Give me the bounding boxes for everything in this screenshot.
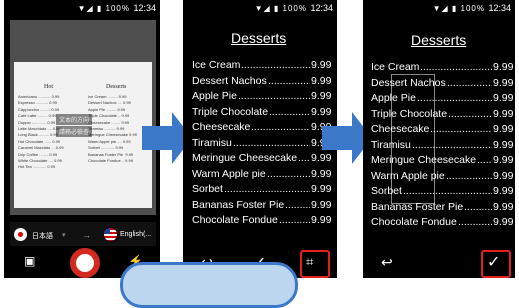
menu-title: Desserts	[411, 32, 467, 48]
menu-item-name: Ice Cream	[371, 61, 420, 73]
menu-item-price: 9.99	[311, 198, 332, 211]
menu-item-price: 9.99	[311, 167, 332, 180]
crop-screen: ▼◢ ▮ 100% 12:34 Desserts Ice Cream 9.99 De…	[183, 0, 337, 278]
status-time: 12:34	[488, 3, 511, 13]
japan-flag-icon	[14, 228, 27, 241]
menu-item-name: Warm Apple pie	[192, 167, 266, 180]
leader-dots: ........................................…	[430, 123, 492, 135]
menu-item-name: Triple Chocolate	[371, 107, 448, 120]
status-time: 12:34	[133, 3, 156, 13]
menu-item-name: Tiramisu	[371, 138, 411, 151]
leader-dots: ........................................…	[447, 77, 492, 89]
menu-image[interactable]: Desserts Ice Cream 9.99 Dessert Nachos 9.99…	[183, 18, 337, 248]
menu-item-price: 9.99	[493, 185, 514, 197]
status-icons: ▼◢ ▮ 100%	[254, 4, 307, 13]
menu-title: Desserts	[231, 30, 287, 46]
menu-item-name: Bananas Foster Pie	[371, 200, 464, 213]
status-bar: ▼◢ ▮ 100% 12:34	[363, 0, 515, 18]
leader-dots: ........................................…	[298, 152, 310, 164]
status-time: 12:34	[310, 3, 333, 13]
leader-dots: ........................................…	[268, 75, 310, 87]
leader-dots: ........................................…	[458, 216, 492, 228]
menu-item-name: Warm Apple pie	[371, 169, 445, 182]
menu-item-name: Sorbet	[192, 183, 223, 195]
back-icon[interactable]: ↩	[381, 254, 393, 271]
source-language[interactable]: 日本語	[32, 231, 53, 241]
status-icons: ▼◢ ▮ 100%	[77, 4, 130, 13]
menu-item-price: 9.99	[311, 214, 332, 226]
menu-item-price: 9.99	[493, 216, 514, 228]
leader-dots: ........................................…	[417, 92, 492, 104]
ocr-overlay-1: 文本的方向	[56, 114, 93, 125]
menu-item-price: 9.99	[493, 154, 514, 166]
menu-item-name: Apple Pie	[192, 90, 237, 102]
status-bar: ▼◢ ▮ 100% 12:34	[4, 0, 160, 18]
menu-item-name: Apple Pie	[371, 92, 416, 104]
menu-item-price: 9.99	[493, 107, 514, 120]
menu-item-name: Cheesecake	[192, 121, 251, 133]
camera-preview[interactable]: Hot Desserts Americano ........... 0.99 …	[10, 20, 156, 215]
crop-confirm-screen: ▼◢ ▮ 100% 12:34 Desserts Ice Cream 9.99 De…	[363, 0, 515, 278]
menu-item-price: 9.99	[311, 74, 332, 87]
leader-dots: ........................................…	[420, 61, 492, 73]
dessert-items: Ice Cream ......... 9.99 Dessert Nachos …	[88, 94, 137, 164]
menu-item-name: Sorbet	[371, 185, 402, 197]
menu-item-price: 9.99	[493, 138, 514, 151]
menu-item-price: 9.99	[493, 76, 514, 89]
swap-arrow-icon[interactable]: →	[82, 230, 91, 240]
leader-dots: ........................................…	[251, 121, 310, 133]
leader-dots: ........................................…	[233, 137, 310, 149]
leader-dots: ........................................…	[269, 106, 310, 118]
menu-item-name: Tiramisu	[192, 136, 232, 149]
menu-item-price: 9.99	[493, 123, 514, 135]
menu-item-name: Dessert Nachos	[371, 76, 446, 89]
hot-heading: Hot	[44, 84, 53, 90]
crop-icon: ⌗	[306, 254, 314, 269]
menu-item-price: 9.99	[493, 92, 514, 104]
menu-item-name: Triple Chocolate	[192, 105, 269, 118]
leader-dots: ........................................…	[448, 108, 492, 120]
status-icons: ▼◢ ▮ 100%	[432, 4, 485, 13]
leader-dots: ........................................…	[446, 170, 492, 182]
leader-dots: ........................................…	[464, 201, 492, 213]
leader-dots: ........................................…	[403, 185, 492, 197]
menu-item-price: 9.99	[311, 59, 332, 71]
menu-item-name: Dessert Nachos	[192, 74, 267, 87]
leader-dots: ........................................…	[238, 90, 310, 102]
leader-dots: ........................................…	[285, 199, 310, 211]
menu-item-price: 9.99	[493, 61, 514, 73]
menu-item-name: Cheesecake	[371, 123, 430, 135]
menu-image[interactable]: Desserts Ice Cream 9.99 Dessert Nachos 9.99…	[363, 18, 515, 248]
menu-item-price: 9.99	[311, 183, 332, 195]
menu-item-name: Chocolate Fondue	[371, 216, 457, 228]
menu-item-name: Ice Cream	[192, 59, 241, 71]
leader-dots: ........................................…	[267, 168, 310, 180]
desserts-heading: Desserts	[106, 84, 127, 90]
status-bar: ▼◢ ▮ 100% 12:34	[183, 0, 337, 18]
menu-item-name: Bananas Foster Pie	[192, 198, 285, 211]
gallery-icon[interactable]: ▣	[24, 254, 35, 268]
leader-dots: ........................................…	[224, 183, 310, 195]
leader-dots: ........................................…	[412, 139, 492, 151]
ocr-overlay-2: 請務必檢查	[56, 126, 93, 137]
leader-dots: ........................................…	[241, 59, 310, 71]
callout-bubble	[120, 262, 298, 308]
camera-screen: ▼◢ ▮ 100% 12:34 Hot Desserts Americano .…	[4, 0, 160, 278]
menu-item-name: Meringue Cheesecake	[192, 152, 298, 164]
menu-item-price: 9.99	[493, 200, 514, 213]
menu-item-price: 9.99	[311, 90, 332, 102]
leader-dots: ........................................…	[279, 214, 310, 226]
us-flag-icon	[104, 228, 117, 241]
crop-toolbar: ↩ ✓	[363, 248, 515, 278]
target-language[interactable]: English(...	[120, 231, 151, 238]
leader-dots: ........................................…	[477, 154, 492, 166]
dropdown-icon: ▾	[62, 232, 66, 239]
menu-item-name: Chocolate Fondue	[192, 214, 278, 226]
crop-button[interactable]	[300, 250, 330, 278]
shutter-button[interactable]	[70, 248, 100, 278]
menu-item-name: Meringue Cheesecake	[371, 154, 477, 166]
menu-paper: Hot Desserts Americano ........... 0.99 …	[14, 62, 152, 208]
menu-item-price: 9.99	[493, 169, 514, 182]
confirm-check-icon: ✓	[487, 254, 501, 271]
